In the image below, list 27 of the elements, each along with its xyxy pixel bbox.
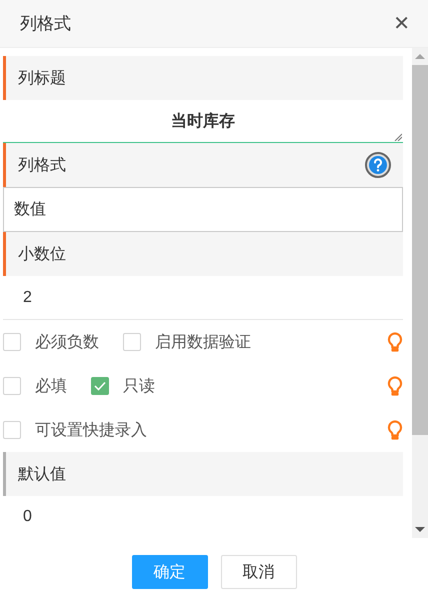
section-title: 列格式 — [18, 156, 67, 176]
scrollbar[interactable] — [412, 48, 428, 538]
checkbox[interactable] — [3, 333, 21, 351]
close-button[interactable]: ✕ — [393, 14, 410, 34]
checkbox[interactable] — [3, 377, 21, 395]
select-field[interactable]: 数值 — [3, 187, 403, 232]
lightbulb-icon[interactable] — [387, 332, 403, 352]
checkbox-label: 必须负数 — [35, 332, 99, 352]
section-title: 小数位 — [18, 244, 67, 264]
checkbox-label: 可设置快捷录入 — [35, 420, 147, 440]
lightbulb-icon[interactable] — [387, 420, 403, 440]
checkbox[interactable] — [3, 421, 21, 439]
lightbulb-icon[interactable] — [387, 376, 403, 396]
checkbox-label: 只读 — [123, 376, 155, 396]
section-title: 默认值 — [18, 464, 67, 484]
checkbox-label: 必填 — [35, 376, 67, 396]
dialog-title: 列格式 — [20, 13, 72, 35]
section-title: 列标题 — [18, 68, 67, 88]
resize-handle-icon[interactable] — [394, 133, 402, 141]
input-field[interactable]: 2 — [3, 276, 403, 320]
input-field[interactable]: 0 — [3, 496, 403, 538]
help-icon[interactable] — [365, 152, 391, 178]
checkbox[interactable] — [91, 377, 109, 395]
checkbox-label: 启用数据验证 — [155, 332, 251, 352]
checkbox[interactable] — [123, 333, 141, 351]
cancel-button[interactable]: 取消 — [220, 555, 296, 589]
checkmark-icon — [94, 381, 106, 391]
